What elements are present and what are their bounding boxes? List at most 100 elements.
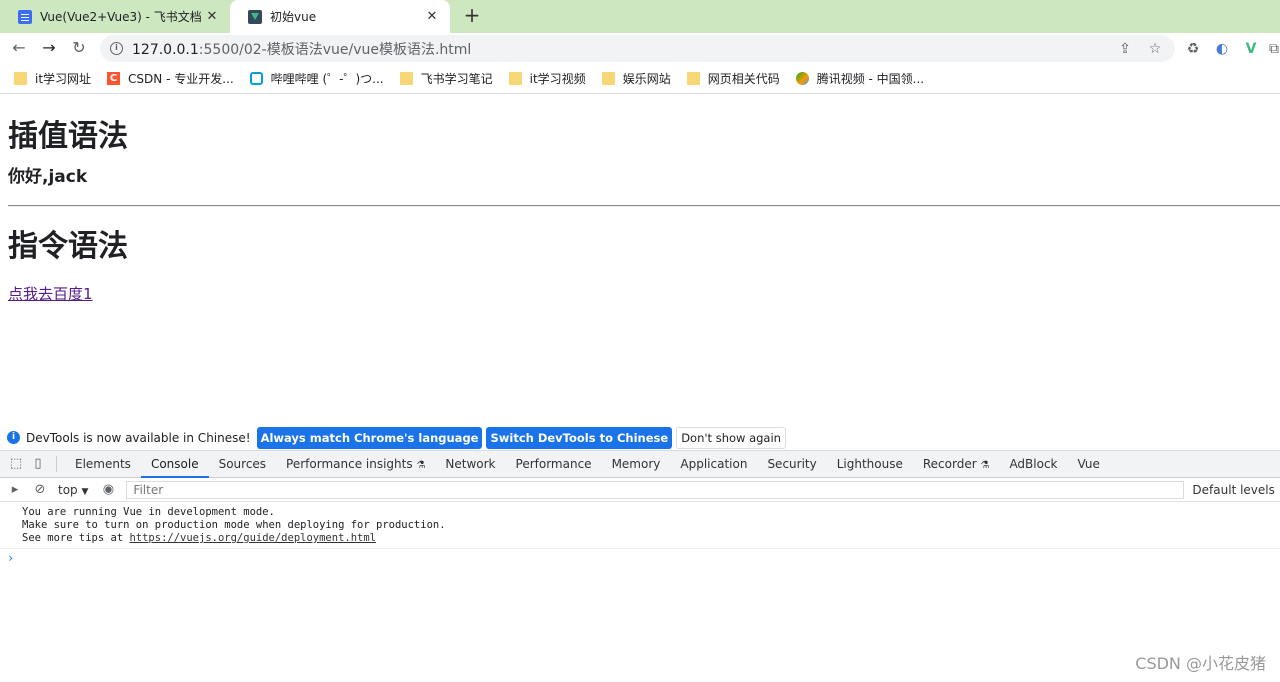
folder-icon [508,72,522,85]
device-toolbar-icon[interactable]: ▯ [28,454,48,474]
close-icon[interactable]: ✕ [204,9,220,24]
bookmark-item[interactable]: 网页相关代码 [686,70,780,87]
bookmark-label: 哔哩哔哩 (゜-゜)つ... [270,72,384,86]
tencent-video-icon [795,72,809,85]
tab-memory[interactable]: Memory [602,451,671,478]
bookmark-label: 娱乐网站 [622,72,671,86]
tab-recorder[interactable]: Recorder ⚗ [913,451,1000,478]
tab-vue[interactable]: 初始vue ✕ [230,0,450,33]
levels-dropdown[interactable]: Default levels [1192,483,1274,497]
bookmark-item[interactable]: C CSDN - 专业开发... [107,70,234,87]
tab-strip: Vue(Vue2+Vue3) - 飞书文档 ✕ 初始vue ✕ + [0,0,1280,33]
clear-console-icon[interactable]: ⊘ [30,480,50,500]
recycle-extension-icon[interactable]: ♻ [1183,39,1203,59]
console-line: Make sure to turn on production mode whe… [22,519,446,531]
reload-button[interactable]: ↻ [68,37,90,59]
new-tab-button[interactable]: + [460,4,484,28]
console-prompt[interactable]: › [0,549,1280,565]
vue-devtools-icon[interactable]: V [1241,39,1261,59]
context-selector[interactable]: top ▼ [58,483,88,497]
bookmark-item[interactable]: 娱乐网站 [601,70,671,87]
share-icon[interactable]: ⇪ [1115,41,1135,57]
tab-performance[interactable]: Performance [506,451,602,478]
info-icon[interactable]: i [110,42,123,55]
devtools-tab-bar: ⬚ ▯ Elements Console Sources Performance… [0,451,1280,478]
tab-elements[interactable]: Elements [65,451,141,478]
experiment-flask-icon: ⚗ [416,459,426,471]
bookmarks-bar: it学习网址 C CSDN - 专业开发... 哔哩哔哩 (゜-゜)つ... 飞书… [0,64,1280,94]
console-output: You are running Vue in development mode.… [0,503,1280,565]
divider [8,205,1280,207]
tab-sources[interactable]: Sources [209,451,276,478]
tab-label: Recorder [922,456,977,471]
interpolation-heading: 插值语法 [8,119,128,154]
dont-show-again-button[interactable]: Don't show again [676,426,786,449]
context-label: top [58,482,78,497]
address-bar[interactable]: i 127.0.0.1:5500/02-模板语法vue/vue模板语法.html… [100,35,1175,62]
switch-to-chinese-button[interactable]: Switch DevTools to Chinese [486,426,673,449]
baidu-link[interactable]: 点我去百度1 [8,283,93,304]
filter-input[interactable]: Filter [126,480,1185,499]
extension-icon[interactable]: ◐ [1212,39,1232,59]
bookmark-item[interactable]: 腾讯视频 - 中国领... [795,70,925,87]
bilibili-icon [249,72,263,85]
language-message: DevTools is now available in Chinese! [26,430,251,445]
tab-network[interactable]: Network [435,451,505,478]
tab-security[interactable]: Security [757,451,826,478]
chevron-down-icon: ▼ [81,486,89,497]
tab-console[interactable]: Console [140,451,209,478]
bookmark-label: 网页相关代码 [707,72,780,86]
star-icon[interactable]: ☆ [1145,41,1165,57]
folder-icon [14,72,27,85]
tab-vue[interactable]: Vue [1068,451,1110,478]
sidebar-toggle-icon[interactable]: ▸ [5,480,25,500]
close-icon[interactable]: ✕ [424,9,440,24]
separator [56,456,57,472]
console-text: See more tips at [22,532,130,544]
bookmark-item[interactable]: it学习视频 [508,70,586,87]
console-toolbar: ▸ ⊘ top ▼ ◉ Filter Default levels [0,478,1280,502]
tab-feishu-doc[interactable]: Vue(Vue2+Vue3) - 飞书文档 ✕ [0,0,230,33]
tab-title: 初始vue [270,10,317,24]
console-line: You are running Vue in development mode. [22,506,275,518]
url-text[interactable]: 127.0.0.1:5500/02-模板语法vue/vue模板语法.html [132,39,1105,59]
tab-title: Vue(Vue2+Vue3) - 飞书文档 [40,10,202,24]
csdn-icon: C [107,72,121,85]
folder-icon [601,72,615,85]
console-line: See more tips at https://vuejs.org/guide… [22,532,1280,545]
directive-heading: 指令语法 [8,229,128,264]
match-language-button[interactable]: Always match Chrome's language [256,426,483,449]
bookmark-label: 腾讯视频 - 中国领... [816,72,925,86]
eye-icon[interactable]: ◉ [98,480,118,500]
console-message: You are running Vue in development mode.… [0,503,1280,549]
url-path: :5500/02-模板语法vue/vue模板语法.html [198,41,472,58]
vue-deployment-link[interactable]: https://vuejs.org/guide/deployment.html [129,532,376,544]
watermark: CSDN @小花皮猪 [1135,654,1266,673]
tab-label: Performance insights [286,456,413,471]
folder-icon [399,72,413,85]
tab-application[interactable]: Application [670,451,757,478]
tab-performance-insights[interactable]: Performance insights ⚗ [276,451,435,478]
page-content: 插值语法 你好,jack 指令语法 点我去百度1 [0,95,1280,425]
tab-lighthouse[interactable]: Lighthouse [827,451,913,478]
extensions-icon[interactable]: ⧉ [1268,39,1280,59]
vue-icon [248,9,262,24]
bookmark-label: 飞书学习笔记 [420,72,493,86]
info-icon: i [7,431,20,444]
bookmark-item[interactable]: it学习网址 [14,70,91,87]
forward-button[interactable]: → [38,37,60,59]
bookmark-label: it学习网址 [35,72,92,86]
bookmark-label: it学习视频 [529,72,586,86]
devtools-language-bar: i DevTools is now available in Chinese! … [0,425,1280,451]
document-icon [18,9,32,24]
bookmark-item[interactable]: 哔哩哔哩 (゜-゜)つ... [249,70,384,87]
folder-icon [686,72,700,85]
url-host: 127.0.0.1 [132,41,199,58]
bookmark-label: CSDN - 专业开发... [128,72,234,86]
back-button[interactable]: ← [8,37,30,59]
browser-toolbar: ← → ↻ i 127.0.0.1:5500/02-模板语法vue/vue模板语… [0,33,1280,64]
inspect-element-icon[interactable]: ⬚ [6,454,26,474]
tab-adblock[interactable]: AdBlock [999,451,1067,478]
bookmark-item[interactable]: 飞书学习笔记 [399,70,493,87]
greeting-text: 你好,jack [8,167,88,187]
